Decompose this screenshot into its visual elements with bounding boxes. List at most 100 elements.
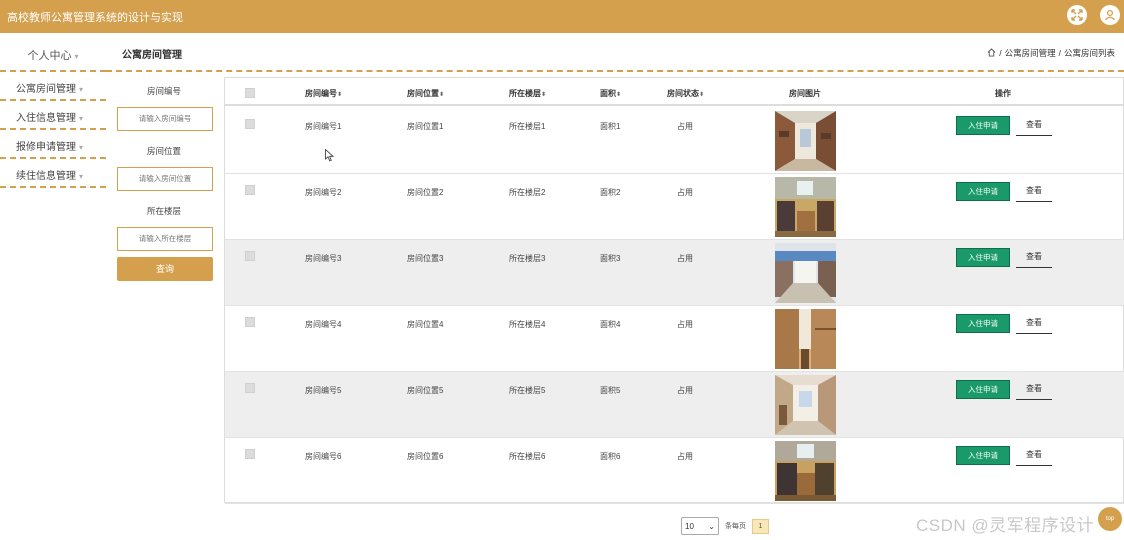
pagination: 10 ⌄ 条每页 1 bbox=[681, 517, 769, 535]
chevron-down-icon: ▾ bbox=[79, 114, 84, 123]
table-row: 房间编号3 房间位置3 所在楼层3 面积3 占用 入住申请 查看 bbox=[225, 240, 1124, 306]
floor-input[interactable]: 请输入所在楼层 bbox=[117, 227, 213, 251]
cell-code: 房间编号6 bbox=[305, 452, 342, 461]
cell-status: 占用 bbox=[677, 254, 693, 263]
page-size-select[interactable]: 10 ⌄ bbox=[681, 517, 719, 535]
room-table: 房间编号⬍ 房间位置⬍ 所在楼层⬍ 面积⬍ 房间状态⬍ 房间图片 操作 房间编号… bbox=[224, 77, 1124, 504]
sort-icon: ⬍ bbox=[337, 92, 343, 98]
row-checkbox[interactable] bbox=[245, 185, 255, 195]
sidebar-item-label: 公寓房间管理 bbox=[16, 84, 76, 95]
cell-floor: 所在楼层1 bbox=[509, 122, 546, 131]
sidebar-item-label: 报修申请管理 bbox=[16, 142, 76, 153]
row-checkbox[interactable] bbox=[245, 119, 255, 129]
page-title: 公寓房间管理 bbox=[122, 50, 182, 61]
divider bbox=[0, 70, 106, 72]
cell-location: 房间位置4 bbox=[407, 320, 444, 329]
column-header-floor[interactable]: 所在楼层⬍ bbox=[509, 88, 546, 99]
back-to-top-button[interactable]: top bbox=[1098, 507, 1122, 531]
view-button[interactable]: 查看 bbox=[1016, 248, 1052, 268]
user-icon[interactable] bbox=[1100, 5, 1120, 25]
room-code-input[interactable]: 请输入房间编号 bbox=[117, 107, 213, 131]
cell-code: 房间编号2 bbox=[305, 188, 342, 197]
sidebar-item-checkin-management[interactable]: 入住信息管理 ▾ bbox=[16, 109, 83, 124]
divider bbox=[0, 99, 106, 101]
breadcrumb-separator: / bbox=[999, 48, 1002, 58]
top-header: 高校教师公寓管理系统的设计与实现 bbox=[0, 0, 1124, 33]
table-row: 房间编号6 房间位置6 所在楼层6 面积6 占用 入住申请 查看 bbox=[225, 438, 1124, 504]
cell-location: 房间位置3 bbox=[407, 254, 444, 263]
divider bbox=[0, 128, 106, 130]
checkin-apply-button[interactable]: 入住申请 bbox=[956, 182, 1010, 201]
room-image[interactable] bbox=[775, 243, 836, 303]
column-header-code[interactable]: 房间编号⬍ bbox=[305, 88, 342, 99]
cell-floor: 所在楼层4 bbox=[509, 320, 546, 329]
room-code-label: 房间编号 bbox=[146, 86, 181, 96]
sidebar-item-label: 个人中心 bbox=[27, 50, 72, 62]
room-location-input[interactable]: 请输入房间位置 bbox=[117, 167, 213, 191]
per-page-label: 条每页 bbox=[725, 523, 746, 530]
chevron-down-icon: ▾ bbox=[79, 143, 84, 152]
sort-icon: ⬍ bbox=[616, 92, 622, 98]
view-button[interactable]: 查看 bbox=[1016, 314, 1052, 334]
breadcrumb-item[interactable]: 公寓房间管理 bbox=[1005, 47, 1056, 59]
cell-status: 占用 bbox=[677, 122, 693, 131]
column-header-area[interactable]: 面积⬍ bbox=[600, 88, 621, 99]
sidebar-item-repair-management[interactable]: 报修申请管理 ▾ bbox=[16, 138, 83, 153]
cell-floor: 所在楼层6 bbox=[509, 452, 546, 461]
table-row: 房间编号2 房间位置2 所在楼层2 面积2 占用 入住申请 查看 bbox=[225, 174, 1124, 240]
expand-icon[interactable] bbox=[1067, 5, 1087, 25]
sidebar-item-room-management[interactable]: 公寓房间管理 ▾ bbox=[16, 80, 83, 95]
view-button[interactable]: 查看 bbox=[1016, 116, 1052, 136]
row-checkbox[interactable] bbox=[245, 251, 255, 261]
row-checkbox[interactable] bbox=[245, 383, 255, 393]
room-image[interactable] bbox=[775, 111, 836, 171]
home-icon[interactable] bbox=[987, 47, 996, 59]
cell-floor: 所在楼层5 bbox=[509, 386, 546, 395]
cell-area: 面积3 bbox=[600, 254, 621, 263]
cell-area: 面积1 bbox=[600, 122, 621, 131]
checkin-apply-button[interactable]: 入住申请 bbox=[956, 314, 1010, 333]
table-row: 房间编号4 房间位置4 所在楼层4 面积4 占用 入住申请 查看 bbox=[225, 306, 1124, 372]
view-button[interactable]: 查看 bbox=[1016, 446, 1052, 466]
select-all-checkbox[interactable] bbox=[245, 88, 255, 98]
chevron-down-icon: ▾ bbox=[74, 52, 79, 61]
column-header-status[interactable]: 房间状态⬍ bbox=[667, 88, 704, 99]
page-number-current[interactable]: 1 bbox=[752, 518, 769, 534]
app-title: 高校教师公寓管理系统的设计与实现 bbox=[7, 12, 183, 24]
room-image[interactable] bbox=[775, 309, 836, 369]
cell-area: 面积5 bbox=[600, 386, 621, 395]
column-header-location[interactable]: 房间位置⬍ bbox=[407, 88, 444, 99]
checkin-apply-button[interactable]: 入住申请 bbox=[956, 116, 1010, 135]
row-checkbox[interactable] bbox=[245, 449, 255, 459]
table-header: 房间编号⬍ 房间位置⬍ 所在楼层⬍ 面积⬍ 房间状态⬍ 房间图片 操作 bbox=[225, 78, 1124, 106]
checkin-apply-button[interactable]: 入住申请 bbox=[956, 380, 1010, 399]
cell-floor: 所在楼层3 bbox=[509, 254, 546, 263]
checkin-apply-button[interactable]: 入住申请 bbox=[956, 446, 1010, 465]
cell-area: 面积2 bbox=[600, 188, 621, 197]
cell-location: 房间位置2 bbox=[407, 188, 444, 197]
sidebar-item-personal-center[interactable]: 个人中心 ▾ bbox=[0, 47, 106, 63]
room-image[interactable] bbox=[775, 375, 836, 435]
sidebar-item-renewal-management[interactable]: 续住信息管理 ▾ bbox=[16, 167, 83, 182]
cell-location: 房间位置1 bbox=[407, 122, 444, 131]
table-row: 房间编号1 房间位置1 所在楼层1 面积1 占用 入住申请 查看 bbox=[225, 108, 1124, 174]
view-button[interactable]: 查看 bbox=[1016, 182, 1052, 202]
divider bbox=[0, 186, 106, 188]
checkin-apply-button[interactable]: 入住申请 bbox=[956, 248, 1010, 267]
search-button[interactable]: 查询 bbox=[117, 257, 213, 281]
chevron-down-icon: ⌄ bbox=[708, 521, 715, 531]
room-image[interactable] bbox=[775, 441, 836, 501]
divider bbox=[106, 70, 1124, 72]
room-location-label: 房间位置 bbox=[146, 146, 181, 156]
cell-location: 房间位置5 bbox=[407, 386, 444, 395]
row-checkbox[interactable] bbox=[245, 317, 255, 327]
divider bbox=[0, 157, 106, 159]
chevron-down-icon: ▾ bbox=[79, 172, 84, 181]
cell-status: 占用 bbox=[677, 188, 693, 197]
view-button[interactable]: 查看 bbox=[1016, 380, 1052, 400]
room-image[interactable] bbox=[775, 177, 836, 237]
cell-status: 占用 bbox=[677, 386, 693, 395]
cell-code: 房间编号4 bbox=[305, 320, 342, 329]
cell-status: 占用 bbox=[677, 452, 693, 461]
cell-status: 占用 bbox=[677, 320, 693, 329]
